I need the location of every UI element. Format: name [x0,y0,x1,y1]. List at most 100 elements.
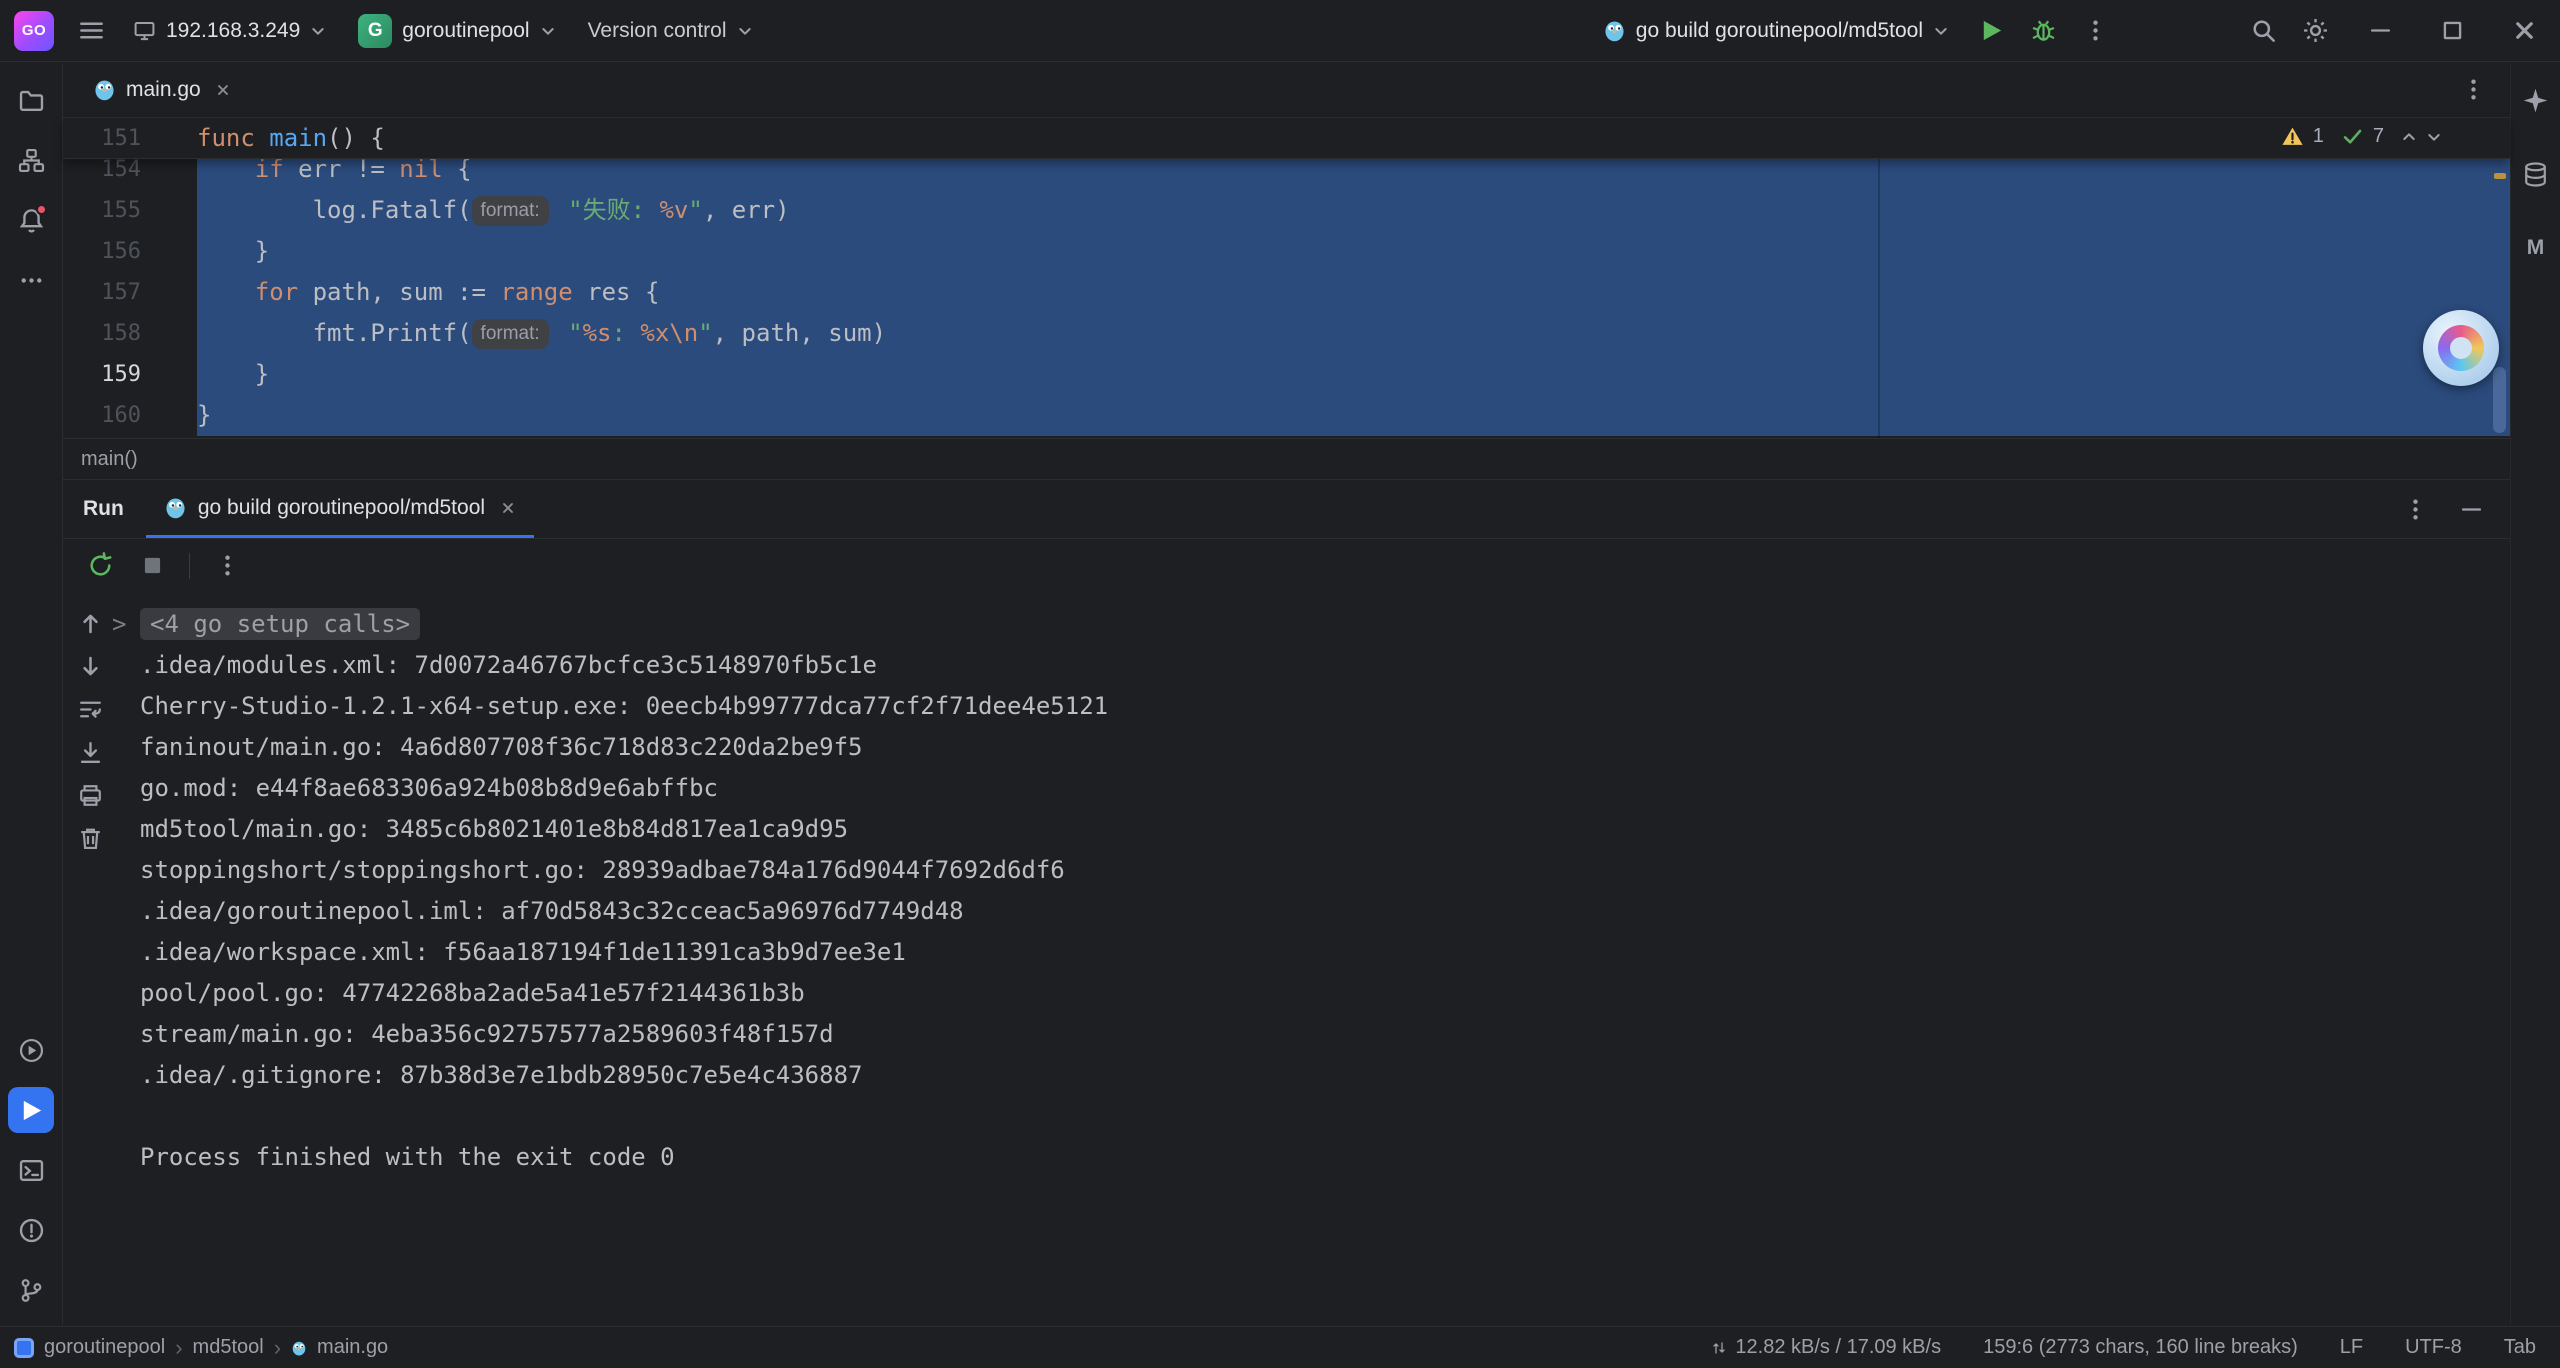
vcs-widget[interactable]: Version control [575,10,766,52]
editor-tab-options-button[interactable] [2450,67,2496,113]
editor-scrollbar-thumb[interactable] [2493,367,2506,433]
error-stripe-warning-mark[interactable] [2494,173,2506,179]
breadcrumb-folder[interactable]: md5tool [193,1336,264,1359]
more-actions-button[interactable] [2072,8,2118,54]
scroll-to-end-button[interactable] [75,737,105,767]
run-panel-title[interactable]: Run [79,480,146,538]
close-tab-icon[interactable] [215,82,231,98]
sticky-line[interactable]: 151func main() { [63,118,2510,159]
code-line[interactable]: 160} [63,395,2510,436]
remote-host-widget[interactable]: 192.168.3.249 [120,10,339,52]
search-icon [2250,17,2277,44]
breadcrumb-file[interactable]: main.go [317,1336,388,1359]
main-menu-button[interactable] [68,8,114,54]
m-plugin-icon: M [2527,236,2545,260]
network-speed-widget[interactable]: 12.82 kB/s / 17.09 kB/s [1711,1336,1941,1359]
code-token: main [269,124,327,152]
project-tool-button[interactable] [8,77,54,123]
indent-widget[interactable]: Tab [2504,1336,2536,1359]
close-run-tab-icon[interactable] [500,500,516,516]
run-config-label: go build goroutinepool/md5tool [1636,19,1923,43]
context-function-label: main() [81,448,138,471]
code-text[interactable]: if err != nil { [197,159,2510,190]
code-token: { [443,159,472,183]
code-line[interactable]: 157 for path, sum := range res { [63,272,2510,313]
run-tool-button[interactable] [8,1087,54,1133]
network-speed-label: 12.82 kB/s / 17.09 kB/s [1735,1336,1941,1359]
encoding-widget[interactable]: UTF-8 [2405,1336,2462,1359]
console-line: md5tool/main.go: 3485c6b8021401e8b84d817… [140,809,2486,850]
context-breadcrumb-bar[interactable]: main() [63,438,2510,480]
fold-expand-arrow[interactable]: > [112,604,126,645]
scroll-to-end-icon [77,739,104,766]
services-tool-button[interactable] [8,1027,54,1073]
console-more-button[interactable] [204,543,250,589]
line-separator-widget[interactable]: LF [2340,1336,2363,1359]
stop-button[interactable] [129,543,175,589]
database-tool-button[interactable] [2513,151,2559,197]
notifications-button[interactable] [8,197,54,243]
check-icon [2341,125,2364,148]
code-line[interactable]: 154 if err != nil { [63,159,2510,190]
code-text[interactable]: } [197,395,2510,436]
prev-problem-icon[interactable] [2401,129,2417,145]
status-bar: goroutinepool › md5tool › main.go 12.82 … [0,1326,2560,1368]
run-config-widget[interactable]: go build goroutinepool/md5tool [1590,10,1962,52]
kebab-icon [2460,76,2487,103]
code-editor[interactable]: 151func main() { 154 if err != nil {155 … [63,118,2510,480]
window-maximize-button[interactable] [2416,0,2488,62]
breadcrumb-project[interactable]: goroutinepool [44,1336,165,1359]
terminal-tool-button[interactable] [8,1147,54,1193]
code-text[interactable]: } [197,231,2510,272]
code-text[interactable]: log.Fatalf(format: "失败: %v", err) [197,190,2510,231]
goland-logo: GO [14,11,54,51]
settings-button[interactable] [2292,8,2338,54]
hide-tool-window-button[interactable] [2448,486,2494,532]
soft-wrap-button[interactable] [75,694,105,724]
folded-output-chip[interactable]: <4 go setup calls> [140,608,420,640]
console-line: .idea/.gitignore: 87b38d3e7e1bdb28950c7e… [140,1055,2486,1096]
window-minimize-button[interactable] [2344,0,2416,62]
left-tool-window-bar [0,63,63,1325]
code-token: } [197,237,269,265]
console-line: .idea/goroutinepool.iml: af70d5843c32cce… [140,891,2486,932]
caret-position-widget[interactable]: 159:6 (2773 chars, 160 line breaks) [1983,1336,2298,1359]
problems-tool-button[interactable] [8,1207,54,1253]
next-occurrence-button[interactable] [75,651,105,681]
rerun-button[interactable] [77,543,123,589]
editor-tab-main-go[interactable]: main.go [77,62,247,117]
print-button[interactable] [75,780,105,810]
ai-assistant-tool-button[interactable] [2513,77,2559,123]
run-button[interactable] [1968,8,2014,54]
project-widget[interactable]: G goroutinepool [345,5,568,57]
code-text[interactable]: } [197,354,2510,395]
run-panel-options-button[interactable] [2392,486,2438,532]
run-console[interactable]: ><4 go setup calls>.idea/modules.xml: 7d… [63,592,2510,1326]
git-tool-button[interactable] [8,1267,54,1313]
code-line[interactable]: 156 } [63,231,2510,272]
run-tab[interactable]: go build goroutinepool/md5tool [146,480,534,538]
module-icon[interactable] [14,1338,34,1358]
clear-console-button[interactable] [75,823,105,853]
more-tool-windows-button[interactable] [8,257,54,303]
m-plugin-tool-button[interactable]: M [2513,225,2559,271]
main-area: main.go 151func main() { 154 if err != n… [63,62,2510,1326]
console-folded-line[interactable]: ><4 go setup calls> [140,604,2486,645]
chevron-down-icon [310,23,326,39]
code-line[interactable]: 155 log.Fatalf(format: "失败: %v", err) [63,190,2510,231]
code-text[interactable]: fmt.Printf(format: "%s: %x\n", path, sum… [197,313,2510,354]
debug-button[interactable] [2020,8,2066,54]
structure-tool-button[interactable] [8,137,54,183]
search-everywhere-button[interactable] [2240,8,2286,54]
code-text[interactable]: for path, sum := range res { [197,272,2510,313]
code-line[interactable]: 159 } [63,354,2510,395]
code-token [554,319,568,347]
code-line[interactable]: 158 fmt.Printf(format: "%s: %x\n", path,… [63,313,2510,354]
code-text[interactable]: func main() { [197,118,2510,158]
assistant-floating-button[interactable] [2423,310,2499,386]
inspections-widget[interactable]: 1 7 [2273,123,2450,150]
window-close-button[interactable] [2488,0,2560,62]
prev-occurrence-button[interactable] [75,608,105,638]
maximize-icon [2439,17,2466,44]
next-problem-icon[interactable] [2426,129,2442,145]
